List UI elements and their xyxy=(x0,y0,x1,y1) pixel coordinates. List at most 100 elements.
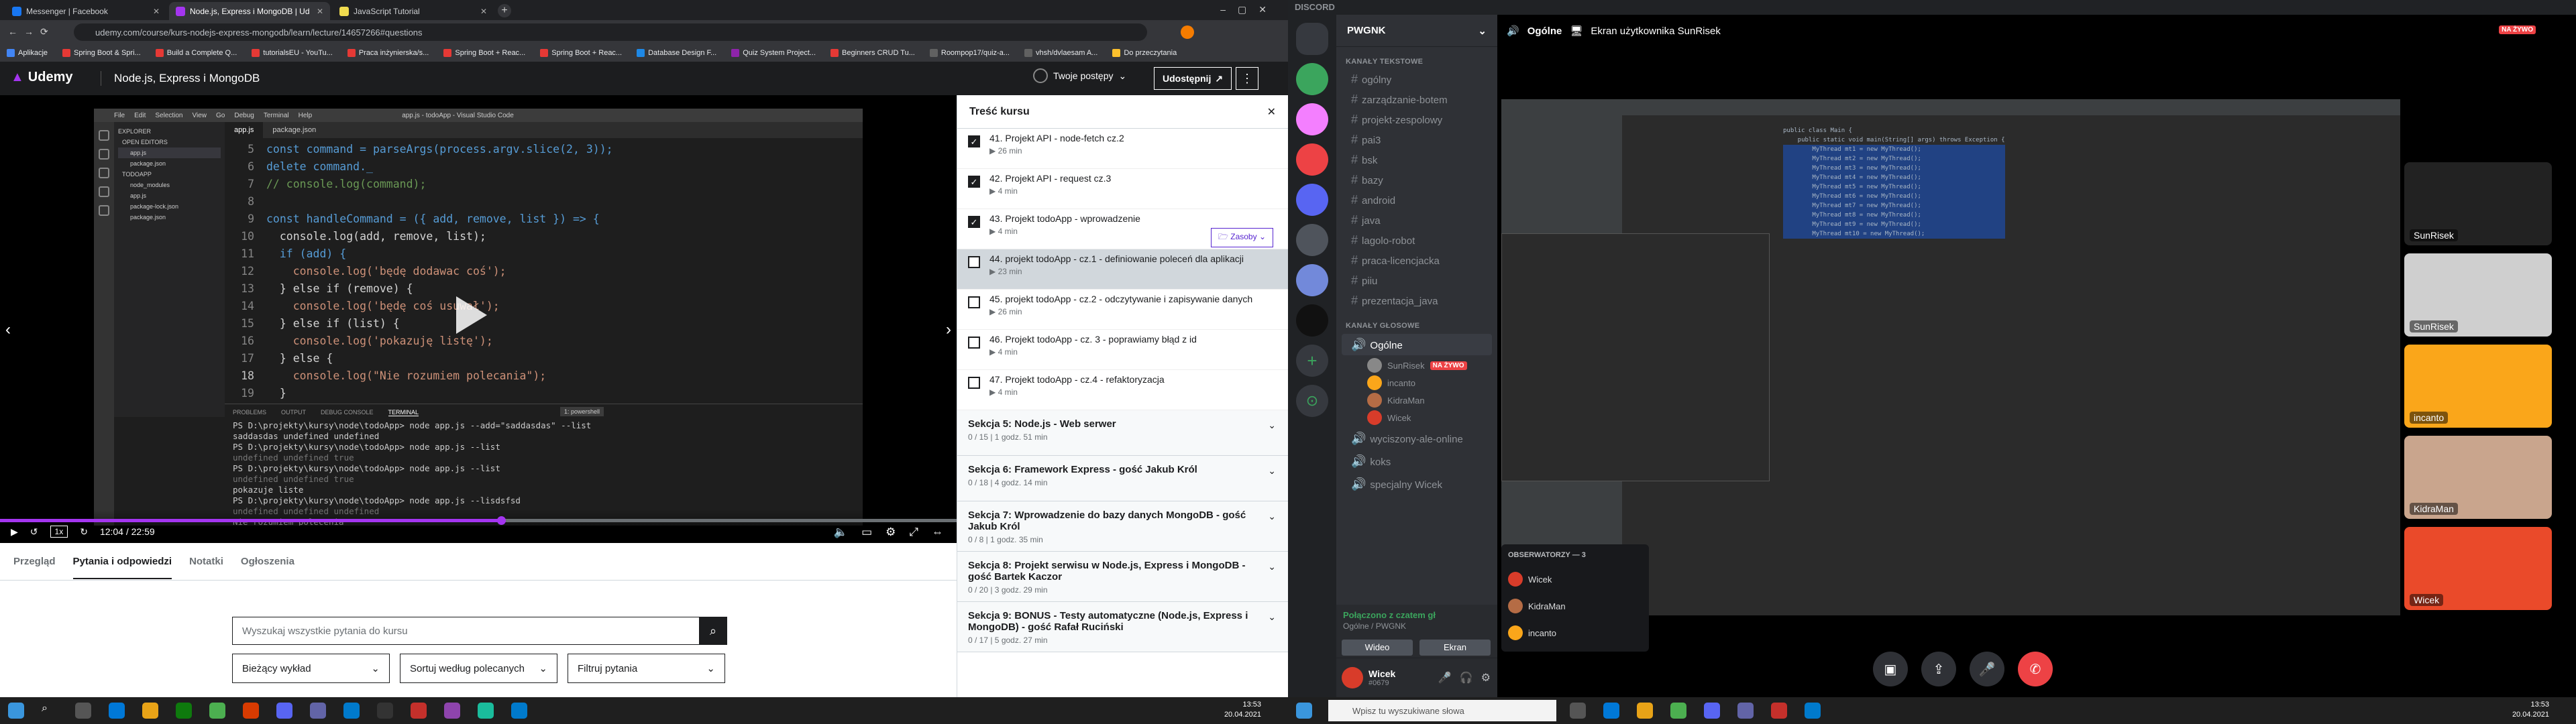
search-icon[interactable]: ⌕ xyxy=(699,617,727,645)
participant-tile[interactable]: SunRisek xyxy=(2404,253,2552,337)
video-progress-bar[interactable] xyxy=(0,516,957,525)
text-channel[interactable]: # zarządzanie-botem xyxy=(1342,90,1492,109)
gear-icon[interactable]: ⚙ xyxy=(1481,671,1491,684)
next-lecture-button[interactable]: › xyxy=(941,310,957,350)
office-icon[interactable] xyxy=(243,703,259,719)
settings-icon[interactable]: ⚙ xyxy=(885,526,896,539)
qa-tab[interactable]: Pytania i odpowiedzi xyxy=(72,544,172,579)
taskbar-search-input[interactable]: Wpisz tu wyszukiwane słowa xyxy=(1328,700,1556,721)
qa-tab[interactable]: Notatki xyxy=(189,556,223,567)
video-progress-knob[interactable] xyxy=(497,516,506,525)
app-icon[interactable] xyxy=(444,703,460,719)
headphones-icon[interactable]: 🎧 xyxy=(1460,671,1473,684)
fullscreen-icon[interactable]: ⤢ xyxy=(909,526,918,539)
voice-channel[interactable]: 🔊 koks xyxy=(1342,450,1492,472)
terminal-tab[interactable]: PROBLEMS xyxy=(233,409,266,416)
microphone-icon[interactable]: 🎤 xyxy=(1438,671,1452,684)
browser-tab-messenger[interactable]: Messenger | Facebook ✕ xyxy=(5,2,166,20)
terminal-tab[interactable]: OUTPUT xyxy=(281,409,306,416)
screen-share-icon[interactable]: ⇪ xyxy=(1921,652,1956,686)
udemy-logo[interactable]: ▲ Udemy xyxy=(11,70,73,85)
section-header[interactable]: Sekcja 7: Wprowadzenie do bazy danych Mo… xyxy=(957,501,1288,552)
bookmark-item[interactable]: Build a Complete Q... xyxy=(155,49,237,57)
window-controls[interactable]: –▢✕ xyxy=(1220,4,1279,15)
vscode-icon[interactable] xyxy=(1805,703,1821,719)
lecture-checkbox[interactable] xyxy=(968,256,980,268)
bookmark-item[interactable]: Roompop17/quiz-a... xyxy=(929,49,1010,57)
server-icon[interactable] xyxy=(1296,184,1328,216)
lecture-checkbox[interactable] xyxy=(968,337,980,349)
browser-tab-js-tutorial[interactable]: JavaScript Tutorial ✕ xyxy=(333,2,494,20)
section-header[interactable]: Sekcja 6: Framework Express - gość Jakub… xyxy=(957,456,1288,501)
video-player[interactable]: File Edit Selection View Go Debug Terminal Help… xyxy=(0,95,957,543)
new-tab-button[interactable]: + xyxy=(498,4,511,17)
text-channel[interactable]: # java xyxy=(1342,210,1492,229)
course-title[interactable]: Node.js, Express i MongoDB xyxy=(114,72,260,85)
more-vertical-icon[interactable]: ⋮ xyxy=(1236,67,1258,90)
bookmark-item[interactable]: Praca inżynierska/s... xyxy=(347,49,429,57)
discord-icon[interactable] xyxy=(276,703,292,719)
forward-icon[interactable]: ↻ xyxy=(80,526,88,538)
browser-tab-udemy[interactable]: Node.js, Express i MongoDB | Ud ✕ xyxy=(169,2,330,20)
participant-tile[interactable]: SunRisek xyxy=(2404,162,2552,245)
vscode-icon[interactable] xyxy=(343,703,360,719)
filter-questions-select[interactable]: Filtruj pytania ⌄ xyxy=(568,654,725,683)
text-channel[interactable]: # projekt-zespolowy xyxy=(1342,110,1492,129)
bookmark-item[interactable]: Spring Boot & Spri... xyxy=(62,49,141,57)
voice-channel[interactable]: 🔊 specjalny Wicek xyxy=(1342,473,1492,495)
explorer-icon[interactable] xyxy=(142,703,158,719)
lecture-checkbox[interactable]: ✓ xyxy=(968,216,980,228)
terminal-tab[interactable]: DEBUG CONSOLE xyxy=(321,409,374,416)
server-icon[interactable] xyxy=(1296,264,1328,296)
voice-user[interactable]: incanto xyxy=(1336,374,1497,391)
participant-tile[interactable]: incanto xyxy=(2404,345,2552,428)
voice-channel[interactable]: 🔊 wyciszony-ale-online xyxy=(1342,428,1492,449)
speed-button[interactable]: 1x xyxy=(50,526,68,538)
disconnect-icon[interactable]: ✆ xyxy=(2018,652,2053,686)
bookmark-item[interactable]: vhsh/dvlaesam A... xyxy=(1024,49,1097,57)
bookmark-item[interactable]: Spring Boot + Reac... xyxy=(443,49,525,57)
category-voice[interactable]: KANAŁY GŁOSOWE xyxy=(1336,311,1497,333)
lecture-checkbox[interactable] xyxy=(968,377,980,389)
lecture-item[interactable]: 46. Projekt todoApp - cz. 3 - poprawiamy… xyxy=(957,330,1288,370)
qa-tab[interactable]: Ogłoszenia xyxy=(241,556,294,567)
app-icon[interactable] xyxy=(377,703,393,719)
terminal-tab[interactable]: TERMINAL xyxy=(388,409,419,416)
vscode-icon[interactable] xyxy=(511,703,527,719)
play-icon[interactable] xyxy=(456,296,487,334)
voice-user[interactable]: Wicek xyxy=(1336,409,1497,426)
microphone-icon[interactable]: 🎤 xyxy=(1970,652,2004,686)
camera-icon[interactable]: ▣ xyxy=(1873,652,1908,686)
close-icon[interactable]: ✕ xyxy=(1267,105,1276,119)
text-channel[interactable]: # ogólny xyxy=(1342,70,1492,88)
close-icon[interactable]: ✕ xyxy=(153,7,160,16)
prev-lecture-button[interactable]: ‹ xyxy=(0,310,16,350)
bookmark-item[interactable]: Aplikacje xyxy=(7,49,48,57)
voice-user[interactable]: SunRisek NA ŻYWO xyxy=(1336,357,1497,374)
participant-tile[interactable]: Wicek xyxy=(2404,527,2552,610)
explore-icon[interactable]: ⊙ xyxy=(1296,385,1328,417)
bookmark-item[interactable]: Beginners CRUD Tu... xyxy=(830,49,915,57)
observer-item[interactable]: Wicek xyxy=(1508,566,1642,593)
windows-start-icon[interactable] xyxy=(8,703,24,719)
nav-arrows-icon[interactable]: ←→⟳ xyxy=(8,26,55,38)
edge-icon[interactable] xyxy=(109,703,125,719)
filter-lecture-select[interactable]: Bieżący wykład ⌄ xyxy=(232,654,390,683)
lecture-item[interactable]: 45. projekt todoApp - cz.2 - odczytywani… xyxy=(957,290,1288,330)
voice-user[interactable]: KidraMan xyxy=(1336,391,1497,409)
lecture-item[interactable]: ✓ 43. Projekt todoApp - wprowadzenie ▶ 4 m… xyxy=(957,209,1288,249)
close-icon[interactable]: ✕ xyxy=(317,7,323,16)
text-channel[interactable]: # prezentacja_java xyxy=(1342,291,1492,310)
lecture-checkbox[interactable]: ✓ xyxy=(968,135,980,147)
server-icon[interactable] xyxy=(1296,143,1328,176)
server-icon[interactable] xyxy=(1296,103,1328,135)
server-name[interactable]: PWGNK ⌄ xyxy=(1336,15,1497,47)
avatar[interactable] xyxy=(1342,667,1363,688)
sort-select[interactable]: Sortuj według polecanych ⌄ xyxy=(400,654,557,683)
text-channel[interactable]: # lagolo-robot xyxy=(1342,231,1492,249)
bookmark-item[interactable]: Database Design F... xyxy=(637,49,716,57)
text-channel[interactable]: # pai3 xyxy=(1342,130,1492,149)
participant-tile[interactable]: KidraMan xyxy=(2404,436,2552,519)
app-icon[interactable] xyxy=(1771,703,1787,719)
add-server-icon[interactable]: + xyxy=(1296,345,1328,377)
